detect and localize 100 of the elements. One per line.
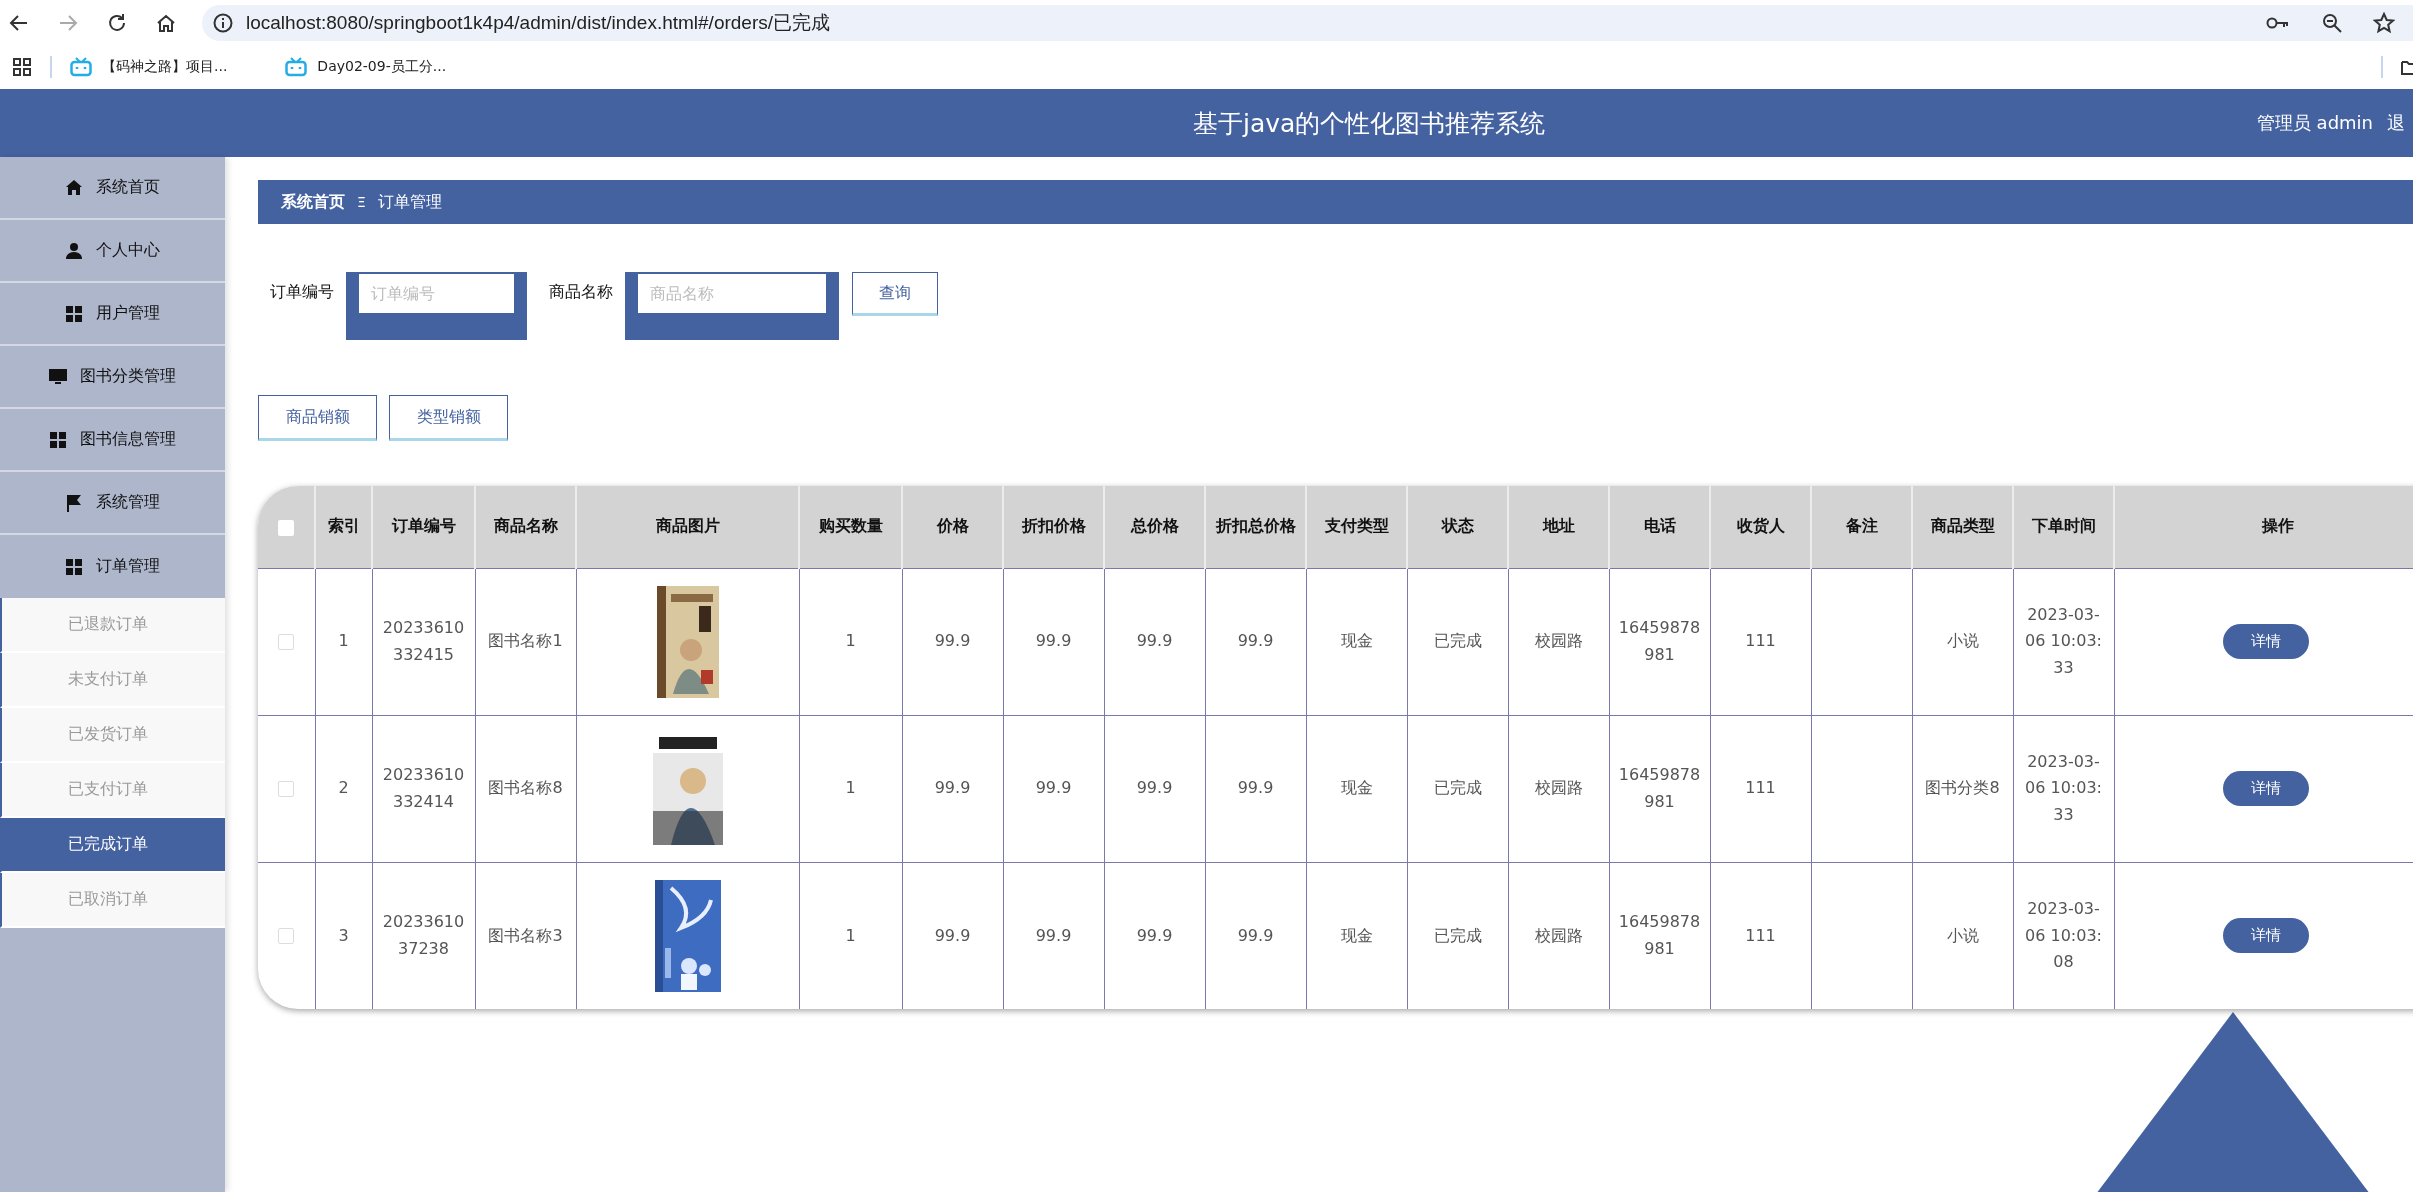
table-cell-text: 已完成 [1433, 630, 1482, 653]
table-cell-text: 99.9 [1136, 924, 1173, 947]
table-cell-text: 2 [338, 777, 349, 800]
tv-icon [70, 57, 92, 77]
table-cell-text: 99.9 [1237, 777, 1274, 800]
table-cell-text: 111 [1745, 924, 1776, 947]
logout-link[interactable]: 退 [2387, 111, 2405, 135]
address-bar[interactable]: localhost:8080/springboot1k4p4/admin/dist/index.html#/orders/已完成 [202, 4, 2413, 41]
table-cell-text: 图书分类8 [1925, 777, 2000, 800]
chart-button[interactable]: 商品销额 [258, 395, 377, 441]
apps-icon[interactable] [12, 57, 32, 77]
table-cell-text: 现金 [1340, 630, 1373, 653]
table-cell-text: 99.9 [1035, 924, 1072, 947]
table-cell-text: 99.9 [1035, 630, 1072, 653]
table-cell-text: 99.9 [1237, 924, 1274, 947]
row-checkbox[interactable] [278, 928, 295, 945]
bookmark[interactable]: 【码神之路】项目... [70, 57, 228, 77]
column-header: 操作 [2114, 486, 2413, 568]
field-label: 订单编号 [270, 282, 334, 303]
menu-item[interactable]: 图书分类管理 [0, 346, 225, 409]
column-header: 价格 [902, 486, 1003, 568]
column-header: 商品名称 [475, 486, 576, 568]
row-checkbox[interactable] [278, 780, 295, 797]
table-cell-text: 2023-03-06 10:03:33 [2024, 603, 2103, 679]
row-checkbox[interactable] [278, 633, 295, 650]
table-cell-text: 已完成 [1433, 924, 1482, 947]
table-cell-text: 校园路 [1534, 924, 1583, 947]
bookmark[interactable]: Day02-09-员工分... [285, 57, 447, 77]
column-header: 折扣价格 [1003, 486, 1104, 568]
flag-icon [65, 493, 83, 512]
table-cell-text: 16459878981 [1618, 911, 1701, 960]
user-name: 管理员 admin [2256, 111, 2373, 135]
detail-button[interactable]: 详情 [2223, 771, 2310, 806]
menu-item[interactable]: 系统首页 [0, 157, 225, 220]
query-button[interactable]: 查询 [852, 272, 938, 316]
detail-button[interactable]: 详情 [2223, 918, 2310, 954]
search-field[interactable]: 订单编号 [346, 272, 527, 340]
grid-icon [65, 304, 83, 323]
table-cell-text: 16459878981 [1618, 617, 1701, 666]
table-cell-text: 现金 [1340, 777, 1373, 800]
column-header: 状态 [1407, 486, 1508, 568]
column-header: 备注 [1811, 486, 1912, 568]
menu-item[interactable]: 图书信息管理 [0, 409, 225, 472]
menu-item[interactable]: 订单管理 [0, 535, 225, 598]
table-cell-text: 2023361037238 [381, 911, 466, 960]
column-header: 电话 [1609, 486, 1710, 568]
column-header: 下单时间 [2013, 486, 2114, 568]
table-cell-text: 99.9 [934, 924, 971, 947]
table-cell-text: 图书名称3 [488, 924, 563, 947]
submenu-item[interactable]: 已完成订单 [0, 818, 225, 873]
table-cell-text: 校园路 [1534, 630, 1583, 653]
table-cell-text: 1 [845, 777, 856, 800]
site-title: 基于java的个性化图书推荐系统 [1193, 107, 1546, 140]
reload-icon[interactable] [106, 11, 128, 34]
user-icon [65, 241, 83, 260]
table-cell-text: 2023-03-06 10:03:33 [2024, 750, 2103, 826]
table-cell-text: 图书名称1 [488, 630, 563, 653]
select-all-checkbox[interactable] [278, 519, 294, 536]
table-cell-text: 99.9 [934, 777, 971, 800]
info-icon[interactable] [212, 11, 234, 34]
menu-item[interactable]: 用户管理 [0, 283, 225, 346]
breadcrumb-separator: Ξ [357, 194, 366, 210]
table-cell-text: 16459878981 [1618, 764, 1701, 813]
table-cell-text: 111 [1745, 630, 1776, 653]
field-label: 商品名称 [549, 282, 613, 303]
table-cell-text: 20233610332414 [381, 764, 466, 813]
menu-item[interactable]: 系统管理 [0, 472, 225, 535]
tv-icon [285, 57, 308, 77]
table-cell-text: 99.9 [1136, 630, 1173, 653]
grid-icon [49, 430, 67, 449]
star-icon[interactable] [2373, 11, 2395, 34]
table-cell-text: 20233610332415 [381, 617, 466, 666]
breadcrumb-link[interactable]: 系统首页 [281, 191, 345, 213]
table-cell-text: 99.9 [1237, 630, 1274, 653]
table-cell-text: 校园路 [1534, 777, 1583, 800]
table-cell-text: 小说 [1946, 630, 1979, 653]
table-cell-text: 99.9 [934, 630, 971, 653]
home-icon [65, 178, 83, 197]
column-header: 总价格 [1104, 486, 1205, 568]
column-header: 地址 [1508, 486, 1609, 568]
column-header: 索引 [315, 486, 372, 568]
column-header: 收货人 [1710, 486, 1811, 568]
detail-button[interactable]: 详情 [2223, 624, 2310, 659]
menu-item[interactable]: 个人中心 [0, 220, 225, 283]
search-field[interactable]: 商品名称 [625, 272, 839, 340]
zoom-out-icon[interactable] [2321, 11, 2343, 34]
table-cell-text: 3 [338, 924, 349, 947]
table-cell-text: 99.9 [1136, 777, 1173, 800]
table-cell-text: 99.9 [1035, 777, 1072, 800]
table-cell-text: 小说 [1946, 924, 1979, 947]
table-cell-text: 1 [845, 924, 856, 947]
column-header: 折扣总价格 [1205, 486, 1306, 568]
column-header: 购买数量 [799, 486, 902, 568]
column-header: 商品类型 [1912, 486, 2013, 568]
table-cell-text: 现金 [1340, 924, 1373, 947]
table-cell-text: 1 [338, 630, 349, 653]
chart-button[interactable]: 类型销额 [389, 395, 508, 441]
table-cell-text: 图书名称8 [488, 777, 563, 800]
column-header: 支付类型 [1306, 486, 1407, 568]
column-header: 订单编号 [372, 486, 475, 568]
